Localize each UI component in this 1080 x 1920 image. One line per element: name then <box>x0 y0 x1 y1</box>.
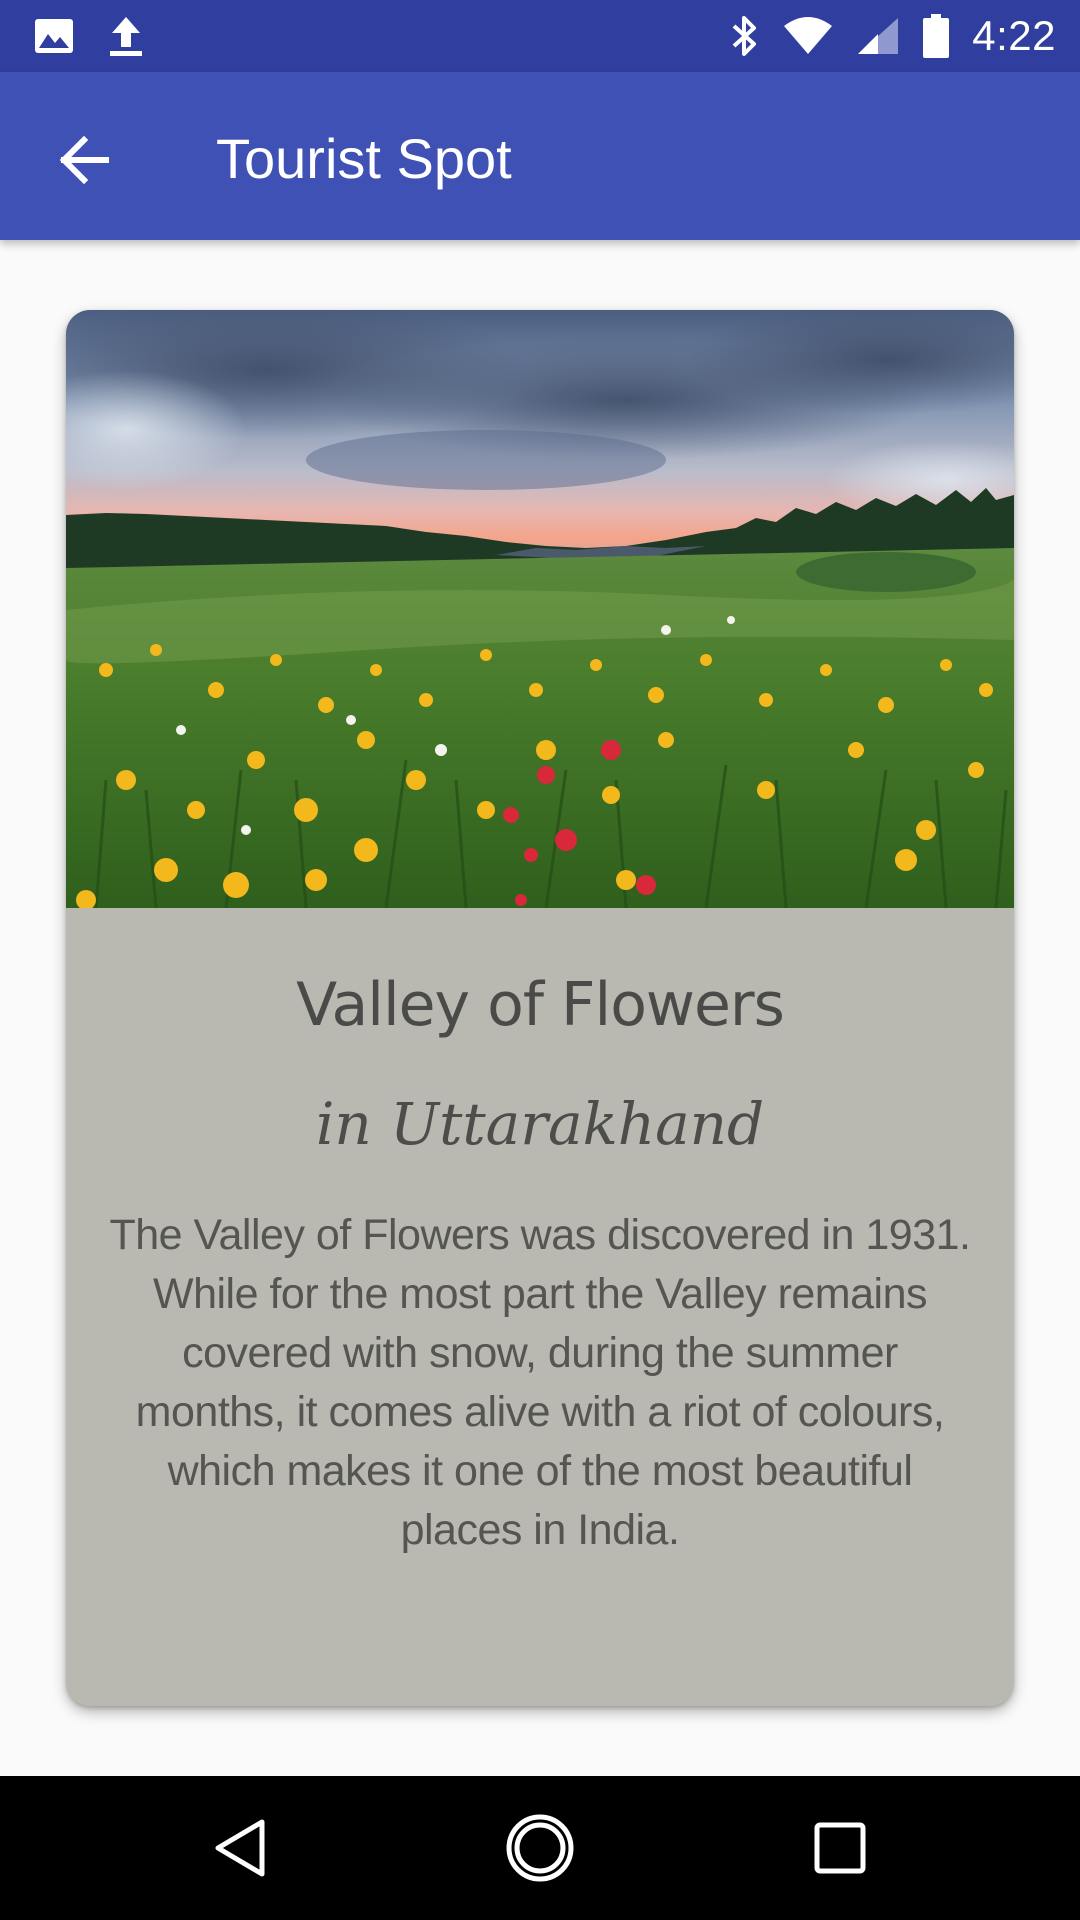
tourist-spot-card: Valley of Flowers in Uttarakhand The Val… <box>66 310 1014 1706</box>
bluetooth-icon <box>732 16 757 56</box>
back-triangle-icon <box>215 1819 265 1877</box>
spot-location: in Uttarakhand <box>315 1090 765 1158</box>
spot-photo <box>66 310 1014 908</box>
upload-icon <box>110 17 142 56</box>
nav-home-button[interactable] <box>492 1800 588 1896</box>
spot-name: Valley of Flowers <box>296 970 785 1040</box>
back-button[interactable] <box>36 112 132 208</box>
nav-back-button[interactable] <box>192 1800 288 1896</box>
system-nav-bar <box>0 1776 1080 1920</box>
status-bar: 4:22 <box>0 0 1080 72</box>
image-icon <box>35 19 73 53</box>
wifi-icon <box>784 17 833 54</box>
back-arrow-icon <box>59 136 109 184</box>
battery-icon <box>923 14 950 58</box>
page-title: Tourist Spot <box>216 127 512 190</box>
home-circle-icon <box>506 1814 574 1882</box>
cell-signal-icon <box>858 18 899 54</box>
status-clock: 4:22 <box>972 12 1056 59</box>
app-bar: Tourist Spot <box>0 72 1080 240</box>
spot-description: The Valley of Flowers was discovered in … <box>109 1211 971 1554</box>
recents-square-icon <box>814 1822 866 1874</box>
nav-recents-button[interactable] <box>792 1800 888 1896</box>
